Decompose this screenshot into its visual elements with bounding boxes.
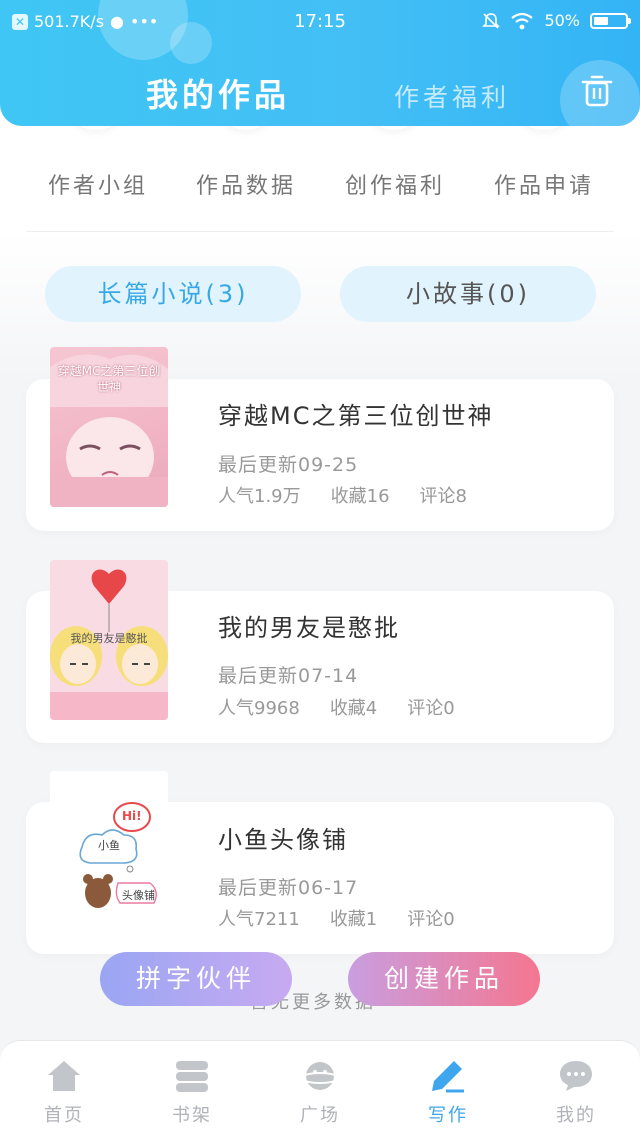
wifi-icon xyxy=(511,12,534,29)
book-updated: 最后更新07-14 xyxy=(218,665,359,687)
writing-partner-button[interactable]: 拼字伙伴 xyxy=(100,952,292,1006)
nav-label: 写作 xyxy=(428,1105,468,1126)
book-favorites: 收藏16 xyxy=(330,486,390,507)
planet-icon xyxy=(302,1062,338,1090)
quick-entry-work-data[interactable]: 作品数据 xyxy=(196,168,296,200)
status-bar: ✕ 501.7K/s ● ••• 17:15 50% xyxy=(0,0,640,42)
nav-label: 广场 xyxy=(300,1105,340,1126)
book-stats: 人气1.9万 收藏16 评论8 xyxy=(218,482,467,508)
battery-percent: 50% xyxy=(544,11,580,30)
nav-item-mine[interactable]: 我的 xyxy=(512,1041,640,1139)
book-title[interactable]: 穿越MC之第三位创世神 xyxy=(218,396,493,431)
book-title[interactable]: 小鱼头像铺 xyxy=(218,820,348,855)
quick-entry-work-apply[interactable]: 作品申请 xyxy=(494,168,594,200)
mute-icon xyxy=(482,12,501,29)
pen-icon xyxy=(432,1061,464,1093)
quick-entry-creation-welfare[interactable]: 创作福利 xyxy=(345,168,445,200)
book-comments: 评论0 xyxy=(407,909,455,930)
book-updated: 最后更新06-17 xyxy=(218,877,359,899)
category-tab-novel[interactable]: 长篇小说(3) xyxy=(45,266,301,322)
nav-item-write[interactable]: 写作 xyxy=(384,1041,512,1139)
trash-icon[interactable] xyxy=(580,74,614,108)
home-icon xyxy=(48,1061,80,1091)
nav-item-square[interactable]: 广场 xyxy=(256,1041,384,1139)
nav-label: 我的 xyxy=(556,1105,596,1126)
bottom-nav: 首页 书架 广场 写作 我的 xyxy=(0,1040,640,1139)
tab-author-welfare[interactable]: 作者福利 xyxy=(394,78,510,114)
book-favorites: 收藏1 xyxy=(329,909,378,930)
cover-text-hi: Hi! xyxy=(122,809,142,823)
book-favorites: 收藏4 xyxy=(329,698,378,719)
book-popularity: 人气1.9万 xyxy=(218,486,301,507)
tab-my-works[interactable]: 我的作品 xyxy=(146,70,290,116)
book-updated: 最后更新09-25 xyxy=(218,454,359,476)
nav-label: 书架 xyxy=(172,1105,212,1126)
cover-text-fish: 小鱼 xyxy=(98,839,120,852)
quick-entry-author-group[interactable]: 作者小组 xyxy=(48,168,148,200)
book-stats: 人气7211 收藏1 评论0 xyxy=(218,905,455,931)
cover-title: 我的男友是憨批 xyxy=(70,632,148,645)
divider xyxy=(26,231,614,232)
book-title[interactable]: 我的男友是憨批 xyxy=(218,608,400,643)
book-popularity: 人气7211 xyxy=(218,909,300,930)
book-cover-image[interactable]: 穿越MC之第三位创世神 xyxy=(50,347,168,507)
quick-entry-bar: 作者小组 作品数据 创作福利 作品申请 xyxy=(0,66,640,232)
book-popularity: 人气9968 xyxy=(218,698,300,719)
battery-icon xyxy=(590,12,631,29)
category-tab-short-story[interactable]: 小故事(0) xyxy=(340,266,596,322)
book-comments: 评论8 xyxy=(419,486,467,507)
chat-bubble-icon xyxy=(560,1061,592,1091)
book-stats: 人气9968 收藏4 评论0 xyxy=(218,694,455,720)
book-cover-image[interactable]: 我的男友是憨批 xyxy=(50,560,168,720)
cover-text-shop: 头像铺 xyxy=(122,889,155,902)
create-work-button[interactable]: 创建作品 xyxy=(348,952,540,1006)
nav-label: 首页 xyxy=(44,1105,84,1126)
nav-item-bookshelf[interactable]: 书架 xyxy=(128,1041,256,1139)
nav-item-home[interactable]: 首页 xyxy=(0,1041,128,1139)
app-header: ✕ 501.7K/s ● ••• 17:15 50% 我的作品 作者福利 xyxy=(0,0,640,126)
book-comments: 评论0 xyxy=(407,698,455,719)
cover-title: 穿越MC之第三位创世神 xyxy=(57,364,161,394)
bookshelf-icon xyxy=(176,1061,208,1092)
book-cover-image[interactable]: Hi! 小鱼 头像铺 xyxy=(50,771,168,931)
